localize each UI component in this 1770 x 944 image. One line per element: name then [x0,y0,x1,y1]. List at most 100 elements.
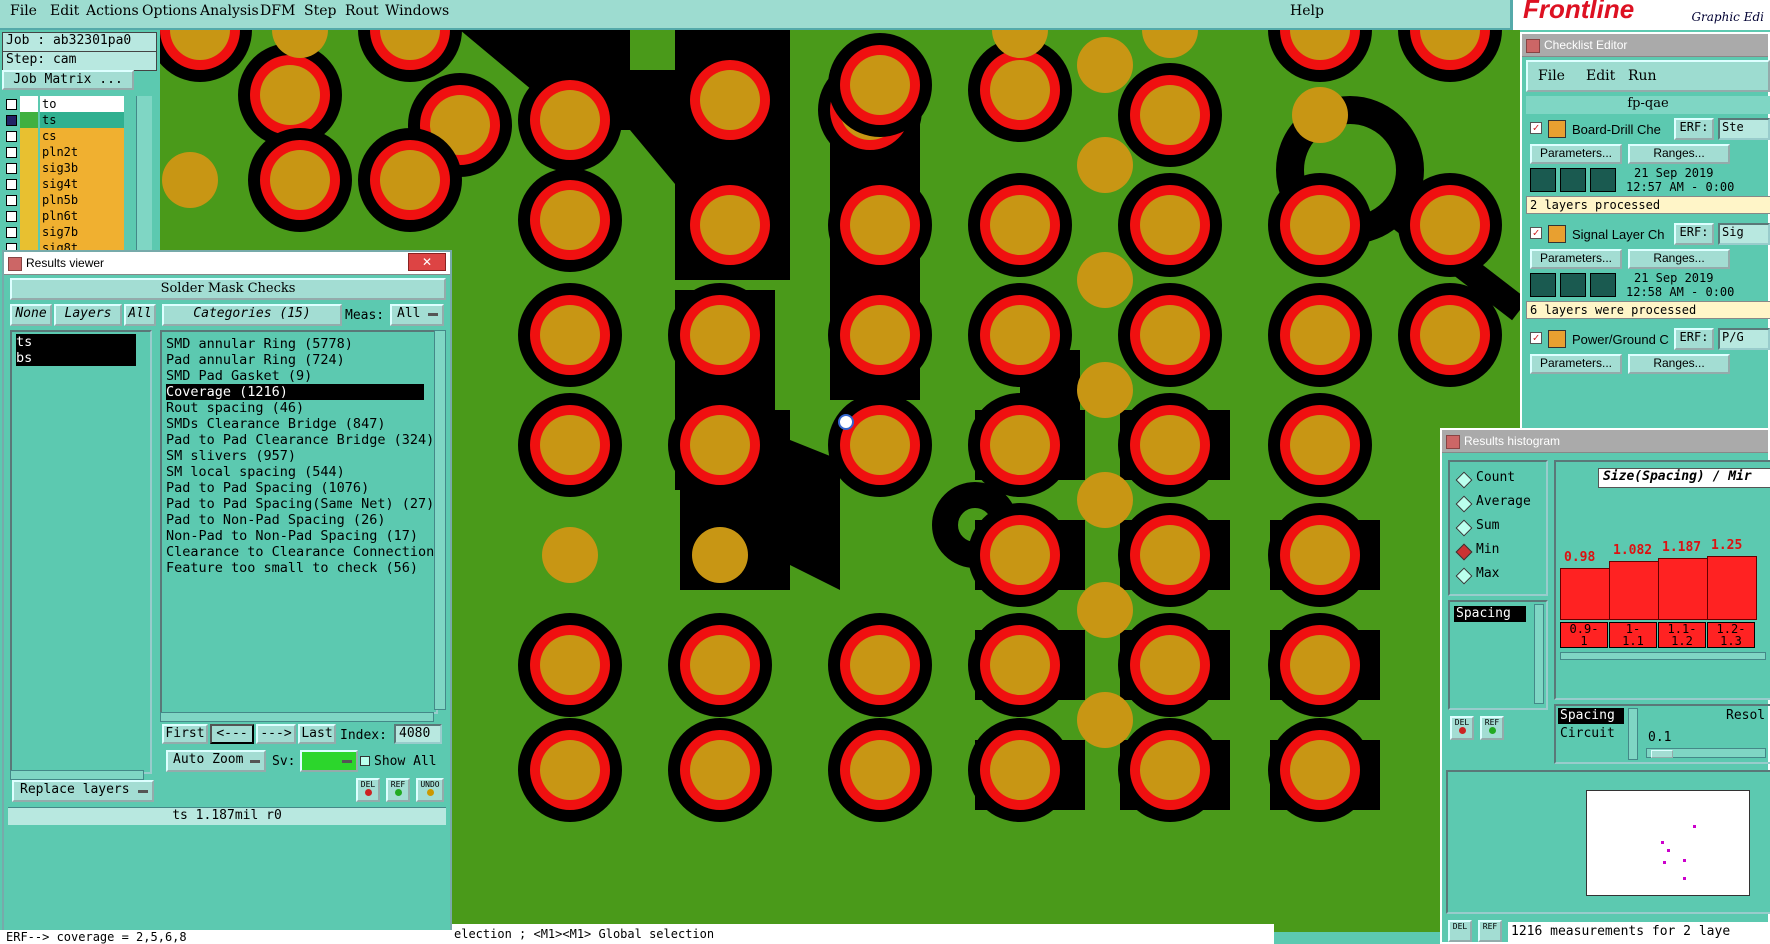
layer-name[interactable]: pln2t [40,144,124,160]
layer-checkbox[interactable] [6,179,17,190]
categories-list[interactable]: SMD annular Ring (5778) Pad annular Ring … [160,330,438,714]
measure-item-spacing[interactable]: Spacing [1454,606,1526,622]
layer-checkbox[interactable] [6,99,17,110]
erf-value[interactable]: Sig [1718,223,1770,245]
category-item[interactable]: SM local spacing (544) [166,464,345,480]
histogram-scrollbar[interactable] [1560,652,1766,660]
histogram-bar[interactable] [1609,561,1659,620]
mode-radio-sum[interactable] [1455,519,1473,537]
categories-button[interactable]: Categories (15) [162,304,342,326]
del-button[interactable]: DEL [356,778,380,802]
erf-value[interactable]: P/G [1718,328,1770,350]
measure-scrollbar[interactable] [1534,604,1544,704]
layer-row[interactable]: pln6t [2,208,124,224]
erf-button[interactable]: ERF: [1674,223,1714,245]
layer-row[interactable]: sig7b [2,224,124,240]
layer-color-swatch[interactable] [20,192,38,208]
layer-row[interactable]: to [2,96,124,112]
auto-zoom-dropdown[interactable]: Auto Zoom [166,750,266,772]
mode-label-min[interactable]: Min [1476,542,1499,557]
erf-button[interactable]: ERF: [1674,118,1714,140]
mode-label-sum[interactable]: Sum [1476,518,1499,533]
category-item[interactable]: Coverage (1216) [166,384,424,400]
layer-color-swatch[interactable] [20,160,38,176]
replace-layers-dropdown[interactable]: Replace layers [12,780,154,802]
mode-radio-max[interactable] [1455,567,1473,585]
layer-scrollbar[interactable] [136,96,152,256]
menu-edit[interactable]: Edit [50,3,79,19]
spacing-option[interactable]: Spacing [1558,708,1624,724]
checklist-menu-run[interactable]: Run [1628,68,1657,84]
check-enable-checkbox[interactable]: ✓ [1530,227,1542,239]
categories-vscrollbar[interactable] [434,330,446,710]
index-input[interactable]: 4080 [394,724,442,744]
layer-row[interactable]: pln2t [2,144,124,160]
layer-color-swatch[interactable] [20,96,38,112]
option-scrollbar[interactable] [1628,708,1638,760]
category-item[interactable]: Pad annular Ring (724) [166,352,345,368]
meas-dropdown[interactable]: All [390,304,444,326]
category-item[interactable]: Clearance to Clearance Connection [166,544,434,560]
menu-dfm[interactable]: DFM [260,3,295,19]
layer-name[interactable]: pln5b [40,192,124,208]
layer-checkbox[interactable] [6,115,17,126]
layer-name[interactable]: sig4t [40,176,124,192]
category-item[interactable]: Feature too small to check (56) [166,560,418,576]
layer-row[interactable]: sig3b [2,160,124,176]
mode-radio-count[interactable] [1455,471,1473,489]
layer-name[interactable]: sig3b [40,160,124,176]
category-item[interactable]: Pad to Pad Spacing (1076) [166,480,369,496]
layer-checkbox[interactable] [6,211,17,222]
ref-button[interactable]: REF [386,778,410,802]
mode-label-max[interactable]: Max [1476,566,1499,581]
check-name[interactable]: Signal Layer Ch [1572,227,1665,242]
check-name[interactable]: Board-Drill Che [1572,122,1661,137]
mode-label-average[interactable]: Average [1476,494,1531,509]
histogram-bar[interactable] [1658,558,1708,620]
check-enable-checkbox[interactable]: ✓ [1530,122,1542,134]
layer-color-swatch[interactable] [20,208,38,224]
parameters-button[interactable]: Parameters... [1530,249,1622,269]
run-results-icon[interactable] [1590,273,1616,297]
category-item[interactable]: SMDs Clearance Bridge (847) [166,416,385,432]
histogram-bar[interactable] [1707,556,1757,620]
layer-color-swatch[interactable] [20,224,38,240]
layer-row[interactable]: ts [2,112,124,128]
run-check-icon[interactable] [1530,273,1556,297]
hist-bottom-ref-button[interactable]: REF [1478,920,1502,942]
hist-bottom-del-button[interactable]: DEL [1448,920,1472,942]
category-item[interactable]: Pad to Pad Clearance Bridge (324) [166,432,434,448]
mode-radio-average[interactable] [1455,495,1473,513]
check-enable-checkbox[interactable]: ✓ [1530,332,1542,344]
layer-checkbox[interactable] [6,163,17,174]
close-icon[interactable]: ✕ [408,253,446,271]
category-item[interactable]: SM slivers (957) [166,448,296,464]
menu-windows[interactable]: Windows [385,3,449,19]
layer-color-swatch[interactable] [20,112,38,128]
run-action-icon[interactable] [1560,273,1586,297]
run-results-icon[interactable] [1590,168,1616,192]
category-item[interactable]: Pad to Non-Pad Spacing (26) [166,512,385,528]
hist-ref-button[interactable]: REF [1480,716,1504,740]
layer-item-ts[interactable]: ts [16,334,136,350]
menu-rout[interactable]: Rout [345,3,379,19]
erf-button[interactable]: ERF: [1674,328,1714,350]
ranges-button[interactable]: Ranges... [1628,249,1730,269]
layer-name[interactable]: ts [40,112,124,128]
slider-thumb[interactable] [1651,750,1673,758]
category-item[interactable]: Rout spacing (46) [166,400,304,416]
layer-color-swatch[interactable] [20,176,38,192]
menu-options[interactable]: Options [142,3,197,19]
category-item[interactable]: SMD annular Ring (5778) [166,336,353,352]
layer-checkbox[interactable] [6,227,17,238]
sv-color-dropdown[interactable] [300,750,358,772]
layer-checkbox[interactable] [6,195,17,206]
all-button[interactable]: All [124,304,156,326]
overview-map[interactable] [1586,790,1750,896]
layer-item-bs[interactable]: bs [16,350,136,366]
hist-del-button[interactable]: DEL [1450,716,1474,740]
checklist-menu-edit[interactable]: Edit [1586,68,1615,84]
next-button[interactable]: ---> [256,724,296,744]
prev-button[interactable]: <--- [210,724,254,744]
checklist-menu-file[interactable]: File [1538,68,1565,84]
